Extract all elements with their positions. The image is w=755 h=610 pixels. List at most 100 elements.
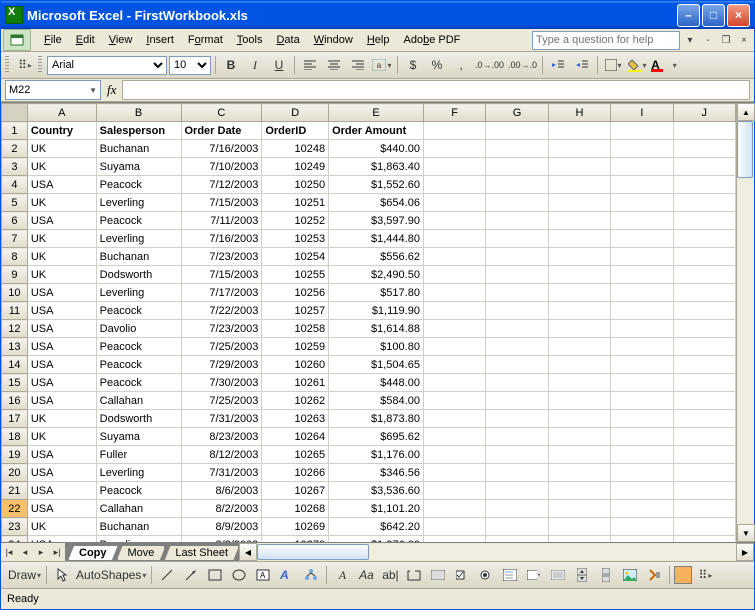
scroll-right-button[interactable]: ▶ [736, 543, 754, 561]
decrease-indent-button[interactable] [547, 54, 569, 76]
cell[interactable] [486, 536, 548, 543]
cell[interactable]: 10253 [262, 230, 329, 248]
cell[interactable]: 10260 [262, 356, 329, 374]
menu-tools[interactable]: Tools [230, 32, 270, 48]
cell[interactable] [611, 356, 673, 374]
cell[interactable] [486, 518, 548, 536]
cell[interactable]: 10270 [262, 536, 329, 543]
row-header-11[interactable]: 11 [2, 302, 28, 320]
cell[interactable] [423, 194, 485, 212]
cell[interactable] [548, 158, 610, 176]
increase-decimal-button[interactable]: .0→.00 [474, 54, 505, 76]
cell[interactable]: 7/30/2003 [181, 374, 262, 392]
cell[interactable]: 8/23/2003 [181, 428, 262, 446]
doc-minimize-button[interactable]: - [700, 33, 716, 47]
cell[interactable]: 7/17/2003 [181, 284, 262, 302]
cell[interactable]: Peacock [96, 338, 181, 356]
menu-help[interactable]: Help [360, 32, 397, 48]
cell[interactable] [486, 194, 548, 212]
cell[interactable]: UK [27, 410, 96, 428]
column-header-I[interactable]: I [611, 104, 673, 122]
cell[interactable] [548, 302, 610, 320]
cell[interactable]: Davolio [96, 320, 181, 338]
cell[interactable] [611, 338, 673, 356]
cell[interactable]: Leverling [96, 284, 181, 302]
row-header-8[interactable]: 8 [2, 248, 28, 266]
column-header-E[interactable]: E [329, 104, 424, 122]
cell[interactable] [611, 122, 673, 140]
cell[interactable] [486, 122, 548, 140]
cell[interactable] [673, 536, 735, 543]
cell[interactable] [423, 446, 485, 464]
cell[interactable] [611, 410, 673, 428]
font-color-button[interactable]: A▾ [650, 54, 678, 76]
menu-file[interactable]: File [37, 32, 69, 48]
cell[interactable] [673, 176, 735, 194]
cell[interactable] [548, 500, 610, 518]
cell[interactable]: USA [27, 482, 96, 500]
cell[interactable]: 7/16/2003 [181, 140, 262, 158]
cell[interactable]: 10269 [262, 518, 329, 536]
cell[interactable] [423, 140, 485, 158]
cell[interactable] [486, 212, 548, 230]
cell[interactable] [673, 446, 735, 464]
scroll-left-button[interactable]: ◀ [239, 543, 257, 561]
cell[interactable]: 7/29/2003 [181, 356, 262, 374]
cell[interactable]: Dodsworth [96, 410, 181, 428]
cell[interactable] [611, 482, 673, 500]
cell[interactable]: UK [27, 158, 96, 176]
cell[interactable] [548, 536, 610, 543]
help-dropdown-icon[interactable]: ▾ [682, 33, 698, 47]
name-box[interactable]: M22▼ [5, 80, 101, 100]
option-button[interactable] [475, 564, 497, 586]
column-header-B[interactable]: B [96, 104, 181, 122]
doc-close-button[interactable]: × [736, 33, 752, 47]
align-left-button[interactable] [299, 54, 321, 76]
cell[interactable]: 10250 [262, 176, 329, 194]
cell[interactable] [548, 284, 610, 302]
cell[interactable]: USA [27, 320, 96, 338]
cell[interactable] [611, 194, 673, 212]
cell[interactable]: $1,552.60 [329, 176, 424, 194]
cell[interactable] [423, 212, 485, 230]
menu-edit[interactable]: Edit [69, 32, 102, 48]
cell[interactable]: 7/12/2003 [181, 176, 262, 194]
fill-color-button[interactable]: ▾ [626, 54, 648, 76]
cell[interactable] [548, 194, 610, 212]
cell[interactable] [486, 248, 548, 266]
cell[interactable]: 7/15/2003 [181, 266, 262, 284]
cell[interactable] [486, 374, 548, 392]
close-button[interactable]: × [727, 4, 750, 27]
cell[interactable] [423, 284, 485, 302]
cell[interactable] [673, 212, 735, 230]
minimize-button[interactable]: – [677, 4, 700, 27]
tab-first-button[interactable]: |◂ [1, 544, 17, 560]
cell[interactable]: $2,490.50 [329, 266, 424, 284]
cell[interactable]: Callahan [96, 392, 181, 410]
row-header-24[interactable]: 24 [2, 536, 28, 543]
cell[interactable] [673, 122, 735, 140]
sheet-tab-last-sheet[interactable]: Last Sheet [164, 546, 239, 561]
cell[interactable]: 10259 [262, 338, 329, 356]
cell[interactable] [486, 230, 548, 248]
comma-button[interactable]: , [450, 54, 472, 76]
cell[interactable] [673, 320, 735, 338]
cell[interactable] [486, 356, 548, 374]
cell[interactable] [423, 536, 485, 543]
cell[interactable] [423, 230, 485, 248]
cell[interactable]: Suyama [96, 158, 181, 176]
formula-bar[interactable] [122, 80, 750, 100]
row-header-16[interactable]: 16 [2, 392, 28, 410]
cell[interactable]: 10261 [262, 374, 329, 392]
horizontal-scroll-thumb[interactable] [257, 544, 369, 560]
cell[interactable] [423, 122, 485, 140]
cell[interactable]: 10268 [262, 500, 329, 518]
scrollbar-control-button[interactable] [595, 564, 617, 586]
cell[interactable]: 10256 [262, 284, 329, 302]
cell[interactable]: 7/11/2003 [181, 212, 262, 230]
cell[interactable] [423, 392, 485, 410]
row-header-7[interactable]: 7 [2, 230, 28, 248]
cell[interactable] [548, 248, 610, 266]
row-header-14[interactable]: 14 [2, 356, 28, 374]
cell[interactable]: Buchanan [96, 518, 181, 536]
